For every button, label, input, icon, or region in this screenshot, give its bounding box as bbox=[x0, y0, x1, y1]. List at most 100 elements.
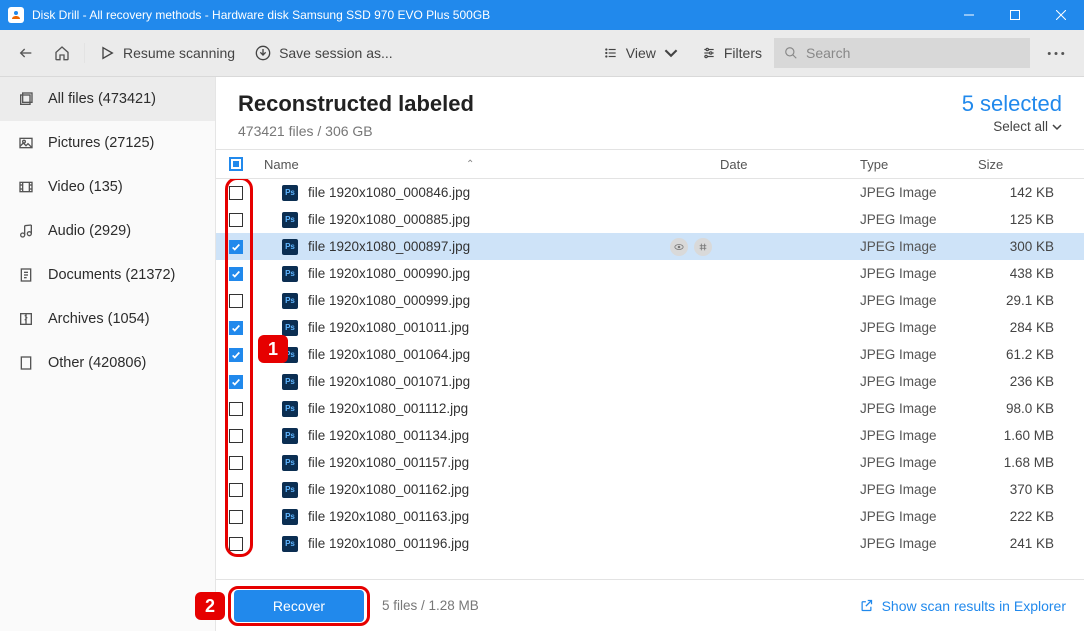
table-row[interactable]: Psfile 1920x1080_000897.jpgJPEG Image300… bbox=[216, 233, 1084, 260]
search-input[interactable]: Search bbox=[774, 38, 1030, 68]
file-name: file 1920x1080_001011.jpg bbox=[308, 320, 469, 335]
show-in-explorer-link[interactable]: Show scan results in Explorer bbox=[859, 598, 1066, 614]
table-row[interactable]: Psfile 1920x1080_001064.jpgJPEG Image61.… bbox=[216, 341, 1084, 368]
file-name: file 1920x1080_001112.jpg bbox=[308, 401, 468, 416]
file-size: 125 KB bbox=[978, 212, 1068, 227]
header-checkbox[interactable] bbox=[229, 157, 243, 171]
page-title: Reconstructed labeled bbox=[238, 91, 962, 117]
row-checkbox[interactable] bbox=[229, 213, 243, 227]
external-link-icon bbox=[859, 598, 874, 613]
footer: 2 Recover 5 files / 1.28 MB Show scan re… bbox=[216, 579, 1084, 631]
select-all-label: Select all bbox=[993, 119, 1048, 134]
file-type: JPEG Image bbox=[860, 212, 978, 227]
file-size: 300 KB bbox=[978, 239, 1068, 254]
sidebar-item-other[interactable]: Other (420806) bbox=[0, 341, 215, 385]
row-checkbox[interactable] bbox=[229, 375, 243, 389]
file-size: 284 KB bbox=[978, 320, 1068, 335]
audio-icon bbox=[18, 223, 34, 239]
resume-label: Resume scanning bbox=[123, 45, 235, 61]
chevron-down-icon bbox=[1052, 122, 1062, 132]
search-icon bbox=[784, 46, 798, 60]
save-session-button[interactable]: Save session as... bbox=[245, 35, 403, 71]
row-checkbox[interactable] bbox=[229, 510, 243, 524]
file-type: JPEG Image bbox=[860, 374, 978, 389]
row-checkbox[interactable] bbox=[229, 186, 243, 200]
column-date[interactable]: Date bbox=[720, 157, 860, 172]
file-name: file 1920x1080_001071.jpg bbox=[308, 374, 470, 389]
view-dropdown[interactable]: View bbox=[592, 45, 690, 61]
maximize-button[interactable] bbox=[992, 0, 1038, 30]
table-row[interactable]: Psfile 1920x1080_000990.jpgJPEG Image438… bbox=[216, 260, 1084, 287]
sidebar-label: Documents (21372) bbox=[48, 267, 175, 283]
file-size: 142 KB bbox=[978, 185, 1068, 200]
table-row[interactable]: Psfile 1920x1080_001134.jpgJPEG Image1.6… bbox=[216, 422, 1084, 449]
row-checkbox[interactable] bbox=[229, 429, 243, 443]
file-type: JPEG Image bbox=[860, 239, 978, 254]
table-row[interactable]: Psfile 1920x1080_001163.jpgJPEG Image222… bbox=[216, 503, 1084, 530]
filters-button[interactable]: Filters bbox=[690, 45, 774, 61]
separator bbox=[84, 43, 85, 63]
sidebar-item-pictures[interactable]: Pictures (27125) bbox=[0, 121, 215, 165]
row-checkbox[interactable] bbox=[229, 348, 243, 362]
recover-button[interactable]: Recover bbox=[234, 590, 364, 622]
photoshop-file-icon: Ps bbox=[282, 266, 298, 282]
close-button[interactable] bbox=[1038, 0, 1084, 30]
file-size: 222 KB bbox=[978, 509, 1068, 524]
app-icon bbox=[8, 7, 24, 23]
photoshop-file-icon: Ps bbox=[282, 455, 298, 471]
table-row[interactable]: Psfile 1920x1080_001196.jpgJPEG Image241… bbox=[216, 530, 1084, 557]
back-button[interactable] bbox=[8, 35, 44, 71]
table-row[interactable]: Psfile 1920x1080_001071.jpgJPEG Image236… bbox=[216, 368, 1084, 395]
file-size: 61.2 KB bbox=[978, 347, 1068, 362]
sidebar-item-archives[interactable]: Archives (1054) bbox=[0, 297, 215, 341]
file-size: 1.60 MB bbox=[978, 428, 1068, 443]
row-checkbox[interactable] bbox=[229, 537, 243, 551]
table-row[interactable]: Psfile 1920x1080_001162.jpgJPEG Image370… bbox=[216, 476, 1084, 503]
chevron-down-icon bbox=[664, 46, 678, 60]
column-name[interactable]: Name ⌃ bbox=[256, 157, 720, 172]
column-size[interactable]: Size bbox=[978, 157, 1068, 172]
file-type: JPEG Image bbox=[860, 509, 978, 524]
table-row[interactable]: Psfile 1920x1080_001112.jpgJPEG Image98.… bbox=[216, 395, 1084, 422]
table-row[interactable]: Psfile 1920x1080_000885.jpgJPEG Image125… bbox=[216, 206, 1084, 233]
file-size: 438 KB bbox=[978, 266, 1068, 281]
resume-scanning-button[interactable]: Resume scanning bbox=[89, 35, 245, 71]
file-type: JPEG Image bbox=[860, 293, 978, 308]
table-row[interactable]: Psfile 1920x1080_001157.jpgJPEG Image1.6… bbox=[216, 449, 1084, 476]
row-checkbox[interactable] bbox=[229, 240, 243, 254]
documents-icon bbox=[18, 267, 34, 283]
search-placeholder: Search bbox=[806, 45, 850, 61]
column-type[interactable]: Type bbox=[860, 157, 978, 172]
table-header: Name ⌃ Date Type Size bbox=[216, 149, 1084, 179]
row-checkbox[interactable] bbox=[229, 267, 243, 281]
more-button[interactable] bbox=[1036, 51, 1076, 56]
select-all-button[interactable]: Select all bbox=[962, 119, 1062, 134]
photoshop-file-icon: Ps bbox=[282, 401, 298, 417]
photoshop-file-icon: Ps bbox=[282, 320, 298, 336]
sidebar-label: All files (473421) bbox=[48, 91, 156, 107]
row-checkbox[interactable] bbox=[229, 294, 243, 308]
ellipsis-icon bbox=[1047, 51, 1065, 56]
sidebar-item-documents[interactable]: Documents (21372) bbox=[0, 253, 215, 297]
home-button[interactable] bbox=[44, 35, 80, 71]
file-type: JPEG Image bbox=[860, 401, 978, 416]
row-checkbox[interactable] bbox=[229, 483, 243, 497]
photoshop-file-icon: Ps bbox=[282, 509, 298, 525]
table-row[interactable]: Psfile 1920x1080_001011.jpgJPEG Image284… bbox=[216, 314, 1084, 341]
content: Reconstructed labeled 473421 files / 306… bbox=[216, 77, 1084, 631]
table-row[interactable]: Psfile 1920x1080_000999.jpgJPEG Image29.… bbox=[216, 287, 1084, 314]
preview-icon[interactable] bbox=[670, 238, 688, 256]
window-title: Disk Drill - All recovery methods - Hard… bbox=[32, 8, 946, 22]
table-row[interactable]: Psfile 1920x1080_000846.jpgJPEG Image142… bbox=[216, 179, 1084, 206]
hex-icon[interactable] bbox=[694, 238, 712, 256]
pictures-icon bbox=[18, 135, 34, 151]
sidebar-item-audio[interactable]: Audio (2929) bbox=[0, 209, 215, 253]
sidebar-item-video[interactable]: Video (135) bbox=[0, 165, 215, 209]
minimize-button[interactable] bbox=[946, 0, 992, 30]
row-checkbox[interactable] bbox=[229, 321, 243, 335]
photoshop-file-icon: Ps bbox=[282, 536, 298, 552]
row-checkbox[interactable] bbox=[229, 402, 243, 416]
row-checkbox[interactable] bbox=[229, 456, 243, 470]
photoshop-file-icon: Ps bbox=[282, 347, 298, 363]
sidebar-item-all-files[interactable]: All files (473421) bbox=[0, 77, 215, 121]
